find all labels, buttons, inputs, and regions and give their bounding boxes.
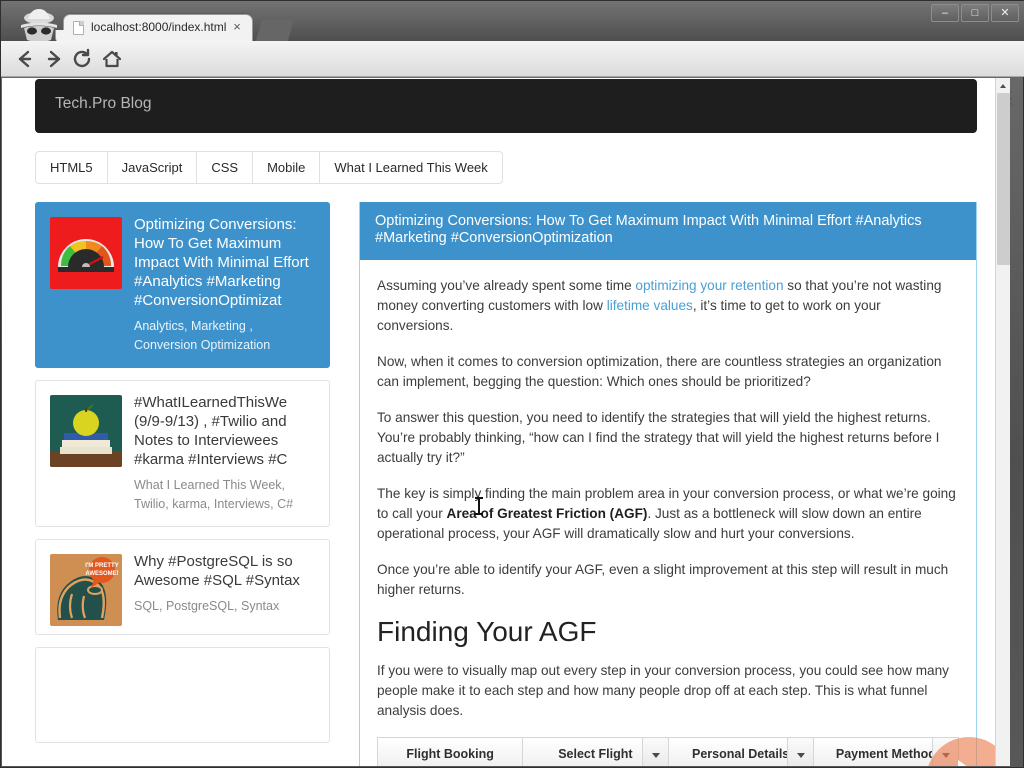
svg-text:I'M PRETTY: I'M PRETTY <box>85 563 118 569</box>
chevron-down-icon[interactable] <box>641 738 668 766</box>
paragraph-text: Once you’re able to identify your AGF, e… <box>377 562 949 597</box>
paragraph-text: To answer this question, you need to ide… <box>377 410 940 465</box>
list-item[interactable]: Optimizing Conversions: How To Get Maxim… <box>35 202 330 368</box>
close-window-button[interactable]: ✕ <box>991 4 1019 22</box>
browser-tab-strip: localhost:8000/index.html × – □ ✕ <box>1 1 1024 42</box>
article-panel: Optimizing Conversions: How To Get Maxim… <box>359 202 977 766</box>
emphasis-agf-definition: Area of Greatest Friction (AGF) <box>446 506 648 521</box>
article-paragraph: Assuming you’ve already spent some time … <box>377 276 959 336</box>
list-item[interactable]: #WhatILearnedThisWe (9/9-9/13) , #Twilio… <box>35 380 330 527</box>
nav-tab-css[interactable]: CSS <box>197 152 254 183</box>
category-nav: HTML5 JavaScript CSS Mobile What I Learn… <box>35 151 503 184</box>
list-item[interactable] <box>35 647 330 743</box>
scroll-up-arrow-icon[interactable] <box>996 78 1010 93</box>
funnel-step-label: Payment Method <box>835 747 936 761</box>
site-header: Tech.Pro Blog <box>35 79 977 133</box>
browser-tab[interactable]: localhost:8000/index.html × <box>55 14 253 42</box>
link-lifetime-values[interactable]: lifetime values <box>607 298 693 313</box>
scrollbar-thumb[interactable] <box>997 93 1010 265</box>
paragraph-text: If you were to visually map out every st… <box>377 663 949 718</box>
nav-tab-javascript[interactable]: JavaScript <box>108 152 198 183</box>
web-page: Tech.Pro Blog HTML5 JavaScript CSS Mobil… <box>2 78 1010 766</box>
list-item[interactable]: I'M PRETTY AWESOME! Why #PostgreSQL is s… <box>35 539 330 635</box>
funnel-analysis-widget: Flight Booking Select Flight Personal De… <box>377 737 959 766</box>
post-tags: Analytics, Marketing , Conversion Optimi… <box>134 319 271 352</box>
list-item-body: Optimizing Conversions: How To Get Maxim… <box>134 215 317 355</box>
minimize-button[interactable]: – <box>931 4 959 22</box>
site-title: Tech.Pro Blog <box>55 95 152 112</box>
funnel-step-flight-booking[interactable]: Flight Booking <box>378 738 524 766</box>
apple-on-books-thumbnail <box>50 395 122 467</box>
section-heading: Finding Your AGF <box>377 616 597 647</box>
article-body: Assuming you’ve already spent some time … <box>360 260 976 766</box>
paragraph-text: Assuming you’ve already spent some time <box>377 278 636 293</box>
window-controls: – □ ✕ <box>931 4 1019 22</box>
reload-icon[interactable] <box>71 48 95 70</box>
browser-window: localhost:8000/index.html × – □ ✕ Tech.P… <box>0 0 1024 768</box>
post-list: Optimizing Conversions: How To Get Maxim… <box>35 202 330 755</box>
article-paragraph: Once you’re able to identify your AGF, e… <box>377 560 959 600</box>
post-title: Why #PostgreSQL is so Awesome #SQL #Synt… <box>134 553 300 589</box>
tab-favicon-icon <box>73 21 84 35</box>
tab-title: localhost:8000/index.html <box>91 20 226 34</box>
list-item-body: Why #PostgreSQL is so Awesome #SQL #Synt… <box>134 552 317 616</box>
close-icon[interactable]: × <box>230 20 244 34</box>
nav-tab-what-i-learned-this-week[interactable]: What I Learned This Week <box>320 152 501 183</box>
forward-icon[interactable] <box>42 48 66 70</box>
post-tags: SQL, PostgreSQL, Syntax <box>134 599 280 613</box>
chevron-down-icon[interactable] <box>932 738 958 766</box>
funnel-step-personal-details[interactable]: Personal Details <box>669 738 814 766</box>
article-title: Optimizing Conversions: How To Get Maxim… <box>375 213 922 246</box>
nav-tab-html5[interactable]: HTML5 <box>36 152 108 183</box>
funnel-step-label: Personal Details <box>691 747 790 761</box>
link-optimizing-your-retention[interactable]: optimizing your retention <box>635 278 783 293</box>
chevron-down-icon[interactable] <box>786 738 813 766</box>
post-title: #WhatILearnedThisWe (9/9-9/13) , #Twilio… <box>134 394 288 468</box>
funnel-step-label: Select Flight <box>558 747 633 761</box>
list-item-body: #WhatILearnedThisWe (9/9-9/13) , #Twilio… <box>134 393 317 514</box>
maximize-button[interactable]: □ <box>961 4 989 22</box>
browser-toolbar: localhost:8000/index.html <box>1 41 1024 112</box>
funnel-step-tabs: Flight Booking Select Flight Personal De… <box>378 738 958 766</box>
paragraph-text: Now, when it comes to conversion optimiz… <box>377 354 942 389</box>
postgres-elephant-thumbnail: I'M PRETTY AWESOME! <box>50 554 122 626</box>
post-title: Optimizing Conversions: How To Get Maxim… <box>134 216 309 309</box>
page-scrollbar[interactable] <box>995 78 1010 766</box>
home-icon[interactable] <box>100 48 124 70</box>
back-icon[interactable] <box>13 48 37 70</box>
funnel-step-label: Flight Booking <box>406 747 494 761</box>
funnel-step-payment-method[interactable]: Payment Method <box>814 738 958 766</box>
article-paragraph: To answer this question, you need to ide… <box>377 408 959 468</box>
svg-text:AWESOME!: AWESOME! <box>85 571 118 577</box>
new-tab-button[interactable] <box>255 19 295 41</box>
article-paragraph: If you were to visually map out every st… <box>377 661 959 721</box>
nav-tab-mobile[interactable]: Mobile <box>253 152 321 183</box>
speedometer-gauge-thumbnail <box>50 217 122 289</box>
funnel-step-select-flight[interactable]: Select Flight <box>523 738 669 766</box>
article-paragraph: The key is simply finding the main probl… <box>377 484 959 544</box>
article-paragraph: Now, when it comes to conversion optimiz… <box>377 352 959 392</box>
page-viewport: Tech.Pro Blog HTML5 JavaScript CSS Mobil… <box>2 78 1010 766</box>
article-header: Optimizing Conversions: How To Get Maxim… <box>360 202 976 260</box>
post-tags: What I Learned This Week, Twilio, karma,… <box>134 478 294 511</box>
